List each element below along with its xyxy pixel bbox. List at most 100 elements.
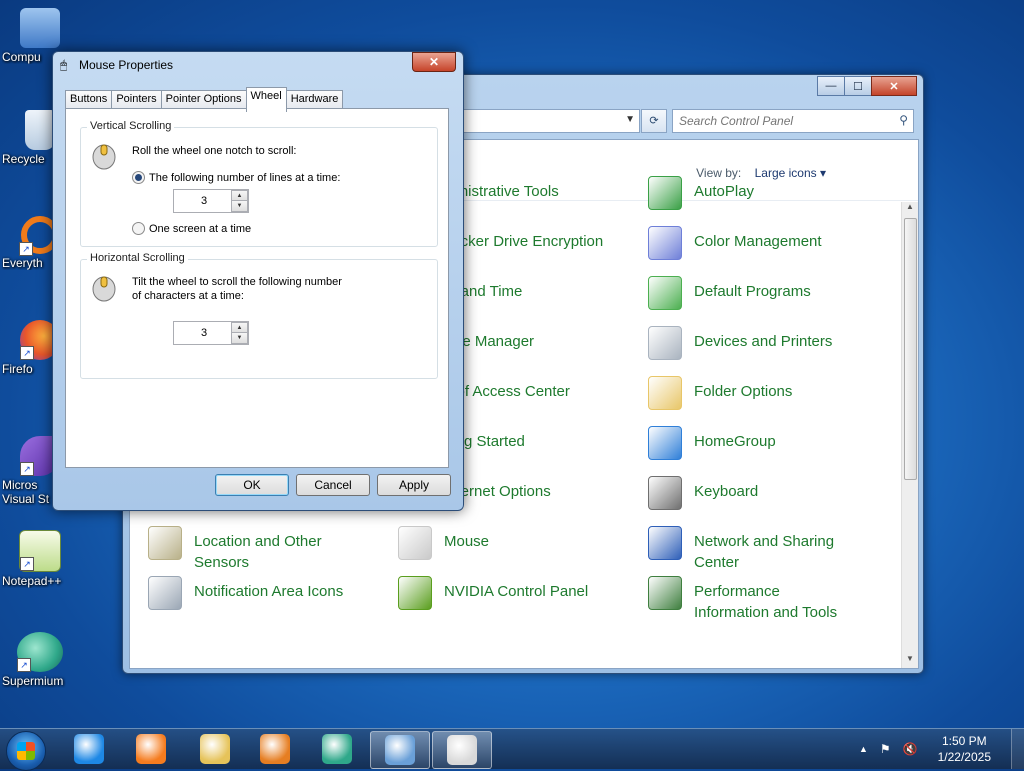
control-panel-item-label: Default Programs	[694, 283, 811, 300]
tab-hardware[interactable]: Hardware	[285, 90, 344, 110]
stepper-down-icon[interactable]: ▼	[231, 332, 248, 344]
scroll-down-icon[interactable]: ▼	[902, 654, 918, 668]
computer-icon	[20, 8, 60, 48]
minimize-button[interactable]: —	[817, 76, 845, 96]
scroll-thumb[interactable]	[904, 218, 917, 480]
taskbar-app-button[interactable]	[186, 731, 244, 767]
lines-input[interactable]	[174, 190, 234, 212]
control-panel-item[interactable]: Notification Area Icons	[148, 576, 378, 610]
control-panel-item-icon	[648, 226, 682, 260]
apply-button[interactable]: Apply	[377, 474, 451, 496]
control-panel-item[interactable]: AutoPlay	[648, 176, 848, 210]
control-panel-item-icon	[648, 326, 682, 360]
chevron-down-icon[interactable]: ▼	[625, 114, 635, 125]
maximize-button[interactable]: ☐	[844, 76, 872, 96]
characters-input[interactable]	[174, 322, 234, 344]
windows-logo-icon	[17, 742, 35, 760]
clock-time: 1:50 PM	[941, 734, 987, 748]
horizontal-instruction-1: Tilt the wheel to scroll the following n…	[132, 276, 342, 288]
shortcut-arrow-icon: ↗	[20, 557, 34, 571]
search-box[interactable]: ⚲	[672, 109, 914, 133]
radio-label: The following number of lines at a time:	[149, 171, 341, 184]
mouse-icon: 🖱	[60, 58, 68, 72]
control-panel-item-label: Keyboard	[694, 483, 759, 500]
desktop-icon-label: Notepad++	[2, 574, 62, 588]
taskbar-app-button[interactable]	[432, 731, 492, 769]
shortcut-arrow-icon: ↗	[19, 242, 33, 256]
shortcut-arrow-icon: ↗	[20, 462, 34, 476]
control-panel-item-icon	[648, 426, 682, 460]
control-panel-item-label: Performance Information and Tools	[694, 583, 838, 621]
stepper-down-icon[interactable]: ▼	[231, 200, 248, 212]
recycle-bin-icon	[25, 110, 55, 150]
control-panel-item-icon	[648, 276, 682, 310]
cancel-button[interactable]: Cancel	[296, 474, 370, 496]
scroll-up-icon[interactable]: ▲	[902, 202, 918, 216]
taskbar-app-icon	[447, 735, 477, 765]
tab-wheel[interactable]: Wheel	[245, 87, 287, 112]
wheel-icon	[91, 142, 117, 170]
refresh-button[interactable]: ⟳	[641, 109, 667, 133]
control-panel-item-label: Network and Sharing Center	[694, 533, 835, 571]
close-button[interactable]: ✕	[871, 76, 917, 96]
show-desktop-button[interactable]	[1011, 729, 1024, 769]
control-panel-item[interactable]: Mouse	[398, 526, 628, 560]
notepadpp-icon: ↗	[19, 530, 61, 572]
ok-button[interactable]: OK	[215, 474, 289, 496]
control-panel-item-icon	[398, 576, 432, 610]
vertical-scrolling-group: Vertical Scrolling Roll the wheel one no…	[80, 120, 438, 247]
taskbar-app-button[interactable]	[308, 731, 366, 767]
taskbar-app-button[interactable]	[122, 731, 180, 767]
dialog-close-button[interactable]: ✕	[412, 52, 456, 72]
volume-muted-icon[interactable]: 🔇	[903, 742, 918, 756]
control-panel-item[interactable]: Folder Options	[648, 376, 848, 410]
dialog-title: Mouse Properties	[79, 58, 174, 72]
control-panel-item-icon	[648, 176, 682, 210]
control-panel-item[interactable]: Default Programs	[648, 276, 848, 310]
clock[interactable]: 1:50 PM 1/22/2025	[938, 733, 991, 765]
search-icon[interactable]: ⚲	[899, 113, 908, 127]
system-tray: ▲ ⚑ 🔇 1:50 PM 1/22/2025	[853, 729, 1024, 769]
action-center-flag-icon[interactable]: ⚑	[880, 742, 891, 756]
start-button[interactable]	[6, 731, 46, 771]
desktop-icon-label: Compu	[2, 50, 41, 64]
taskbar-app-icon	[322, 734, 352, 764]
lines-stepper[interactable]: ▲ ▼	[173, 189, 249, 213]
taskbar-app-button[interactable]	[246, 731, 304, 767]
control-panel-item[interactable]: Devices and Printers	[648, 326, 848, 360]
tab-buttons[interactable]: Buttons	[65, 90, 113, 110]
show-hidden-icons-icon[interactable]: ▲	[859, 744, 868, 754]
control-panel-item-label: Folder Options	[694, 383, 793, 400]
address-bar[interactable]: ▼	[458, 109, 640, 133]
control-panel-item-label: NVIDIA Control Panel	[444, 583, 589, 600]
radio-label: One screen at a time	[149, 222, 252, 235]
control-panel-item[interactable]: Color Management	[648, 226, 848, 260]
radio-lines-at-a-time[interactable]: The following number of lines at a time:	[132, 171, 340, 184]
radio-button[interactable]	[132, 171, 145, 184]
desktop-icon-notepadpp[interactable]: ↗ Notepad++	[0, 530, 80, 588]
desktop-icon-supermium[interactable]: ↗ Supermium	[0, 632, 80, 688]
control-panel-item[interactable]: HomeGroup	[648, 426, 848, 460]
control-panel-item-label: Locker Drive Encryption	[444, 233, 604, 250]
taskbar-app-button[interactable]	[60, 731, 118, 767]
control-panel-item-label: AutoPlay	[694, 183, 755, 200]
radio-one-screen[interactable]: One screen at a time	[132, 222, 251, 235]
search-input[interactable]	[673, 110, 891, 132]
mouse-properties-dialog: 🖱 Mouse Properties ✕ Buttons Pointers Po…	[52, 51, 464, 511]
control-panel-item[interactable]: NVIDIA Control Panel	[398, 576, 628, 610]
radio-button[interactable]	[132, 222, 145, 235]
tab-pointer-options[interactable]: Pointer Options	[160, 90, 247, 110]
taskbar: ▲ ⚑ 🔇 1:50 PM 1/22/2025	[0, 728, 1024, 771]
control-panel-item-label: Mouse	[444, 533, 490, 550]
control-panel-item[interactable]: Performance Information and Tools	[648, 576, 848, 623]
tab-pointers[interactable]: Pointers	[111, 90, 162, 110]
control-panel-item[interactable]: Network and Sharing Center	[648, 526, 848, 573]
vertical-scrollbar[interactable]: ▲ ▼	[901, 202, 918, 668]
control-panel-item[interactable]: Keyboard	[648, 476, 848, 510]
characters-stepper[interactable]: ▲ ▼	[173, 321, 249, 345]
control-panel-item-icon	[648, 576, 682, 610]
control-panel-item[interactable]: Location and Other Sensors	[148, 526, 378, 573]
desktop-icon-label: Firefo	[2, 362, 33, 376]
control-panel-item-icon	[648, 376, 682, 410]
taskbar-app-button[interactable]	[370, 731, 430, 769]
